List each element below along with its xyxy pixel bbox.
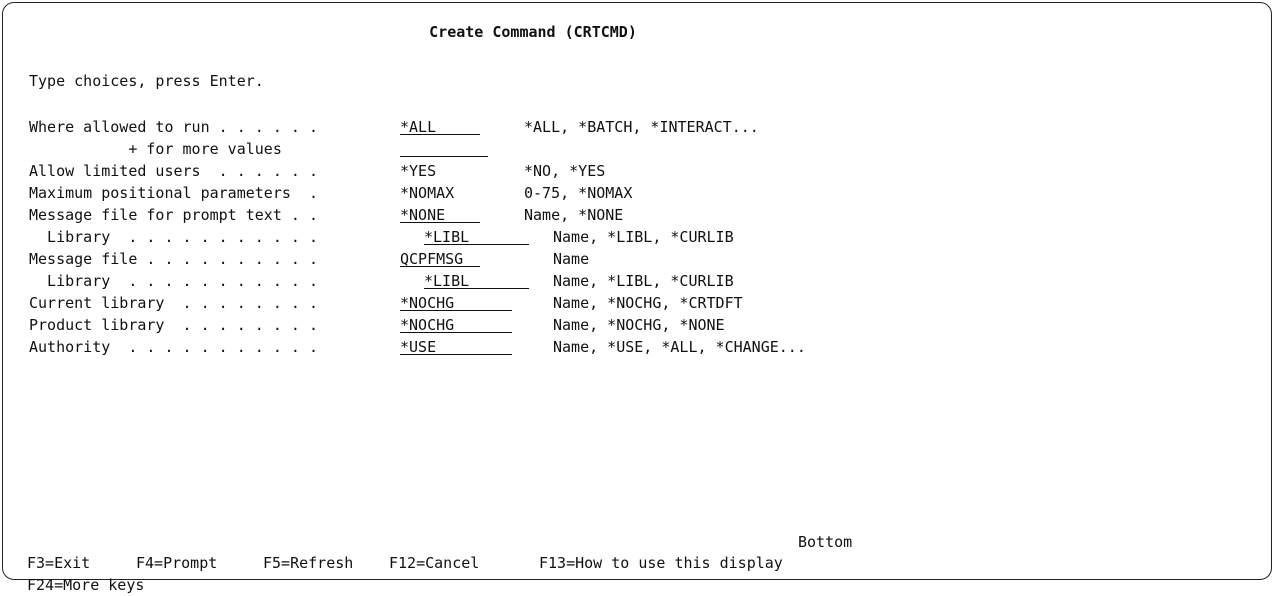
f13-help-key[interactable]: F13=How to use this display <box>539 552 783 574</box>
param-label-current-lib: Current library . . . . . . . . <box>29 294 318 312</box>
max-positional-hint: 0-75, *NOMAX <box>524 184 633 202</box>
prompt-lib-hint: Name, *LIBL, *CURLIB <box>553 228 734 246</box>
param-label-prompt-lib: Library . . . . . . . . . . . <box>29 228 318 246</box>
f12-cancel-key[interactable]: F12=Cancel <box>389 552 479 574</box>
msgf-hint: Name <box>553 250 590 268</box>
current-lib-hint: Name, *NOCHG, *CRTDFT <box>553 294 743 312</box>
where-allowed-field[interactable]: *ALL <box>400 116 480 136</box>
max-positional-field[interactable]: *NOMAX <box>400 182 464 202</box>
where-allowed-hint: *ALL, *BATCH, *INTERACT... <box>524 118 759 136</box>
msgf-lib-hint: Name, *LIBL, *CURLIB <box>553 272 734 290</box>
screen-title-text: Create Command (CRTCMD) <box>429 23 637 41</box>
prompt-lib-field[interactable]: *LIBL <box>424 226 529 246</box>
f5-refresh-key[interactable]: F5=Refresh <box>263 552 353 574</box>
screen-title: Create Command (CRTCMD) <box>3 21 1273 43</box>
prompt-msgf-field[interactable]: *NONE <box>400 204 480 224</box>
bottom-indicator: Bottom <box>798 533 853 551</box>
limited-users-field[interactable]: *YES <box>400 160 440 180</box>
param-label-max-positional: Maximum positional parameters . <box>29 184 318 202</box>
param-label-where-allowed: Where allowed to run . . . . . . <box>29 118 318 136</box>
param-label-msgf: Message file . . . . . . . . . . <box>29 250 318 268</box>
param-label-prompt-msgf: Message file for prompt text . . <box>29 206 318 224</box>
authority-field[interactable]: *USE <box>400 336 512 356</box>
f3-exit-key[interactable]: F3=Exit <box>27 552 90 574</box>
param-label-authority: Authority . . . . . . . . . . . <box>29 338 318 356</box>
f4-prompt-key[interactable]: F4=Prompt <box>136 552 217 574</box>
msgf-field[interactable]: QCPFMSG <box>400 248 480 268</box>
prompt-msgf-hint: Name, *NONE <box>524 206 624 224</box>
param-label-limited-users: Allow limited users . . . . . . <box>29 162 318 180</box>
terminal-screen: Create Command (CRTCMD) Type choices, pr… <box>2 2 1273 594</box>
product-lib-field[interactable]: *NOCHG <box>400 314 512 334</box>
authority-hint: Name, *USE, *ALL, *CHANGE... <box>553 338 806 356</box>
product-lib-hint: Name, *NOCHG, *NONE <box>553 316 725 334</box>
more-values-field[interactable] <box>400 138 488 157</box>
current-lib-field[interactable]: *NOCHG <box>400 292 512 312</box>
param-label-msgf-lib: Library . . . . . . . . . . . <box>29 272 318 290</box>
param-label-product-lib: Product library . . . . . . . . <box>29 316 318 334</box>
msgf-lib-field[interactable]: *LIBL <box>424 270 529 290</box>
more-values-label: + for more values <box>29 140 282 158</box>
limited-users-hint: *NO, *YES <box>524 162 606 180</box>
f24-more-keys[interactable]: F24=More keys <box>27 574 144 596</box>
instruction-text: Type choices, press Enter. <box>29 72 264 90</box>
